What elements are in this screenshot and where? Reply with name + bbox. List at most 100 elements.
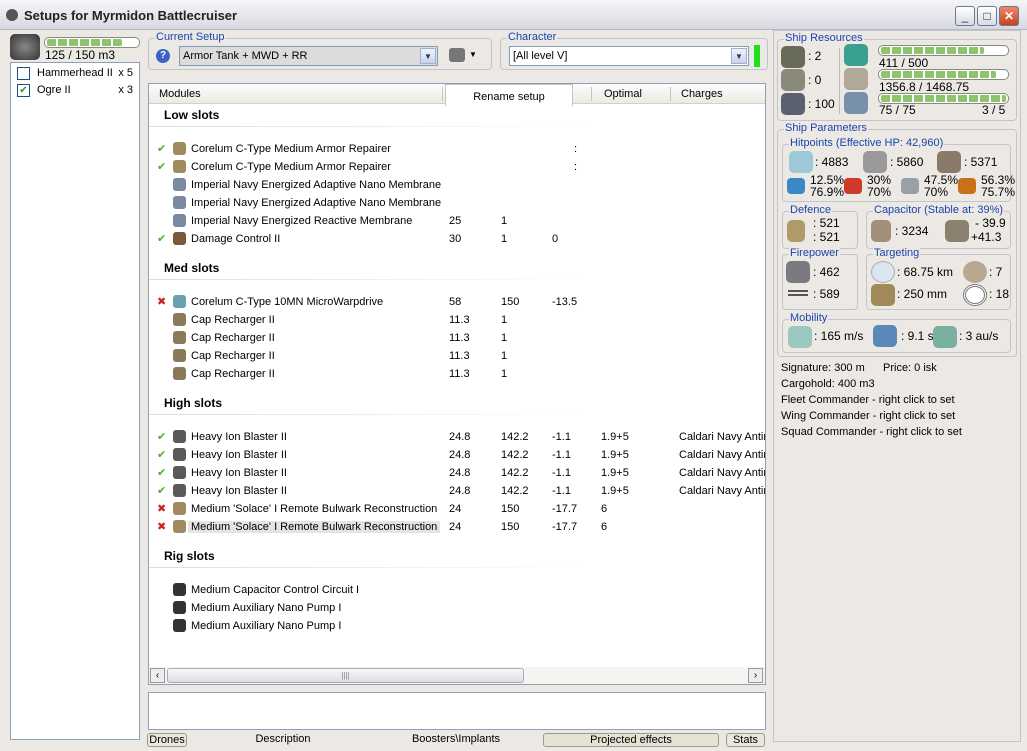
module-stat: 0 <box>552 233 559 245</box>
module-name: Cap Recharger II <box>191 332 275 344</box>
module-name: Damage Control II <box>191 233 281 245</box>
module-row[interactable]: ✔ Corelum C-Type Medium Armor Repairer: <box>149 158 765 176</box>
module-row[interactable]: ✖ Corelum C-Type 10MN MicroWarpdrive 58 150… <box>149 293 765 311</box>
module-stat: 24 <box>449 503 462 515</box>
capacitor-regen: +41.3 <box>971 230 1002 244</box>
tab-drones[interactable]: Drones <box>147 733 187 747</box>
wing-commander[interactable]: Wing Commander - right click to set <box>781 410 955 422</box>
scroll-left-button[interactable]: ‹ <box>150 668 165 683</box>
module-stat: -1.1 <box>552 431 571 443</box>
menu-arrow-icon[interactable]: ▼ <box>469 50 477 59</box>
maximize-button[interactable]: □ <box>977 6 997 26</box>
module-row[interactable]: Cap Recharger II 11.3 1 <box>149 347 765 365</box>
fleet-commander[interactable]: Fleet Commander - right click to set <box>781 394 955 406</box>
close-button[interactable]: ✕ <box>999 6 1019 26</box>
online-check-icon[interactable]: ✔ <box>157 430 166 443</box>
module-name: Corelum C-Type Medium Armor Repairer <box>191 161 391 173</box>
module-stat: 11.3 <box>449 314 470 326</box>
module-stat: -1.1 <box>552 467 571 479</box>
module-row[interactable]: ✖ Medium 'Solace' I Remote Bulwark Recons… <box>149 518 765 536</box>
volley-icon <box>788 290 808 296</box>
module-row[interactable]: Medium Capacitor Control Circuit I <box>149 581 765 599</box>
cpu-icon <box>844 44 868 66</box>
module-row[interactable]: Imperial Navy Energized Reactive Membran… <box>149 212 765 230</box>
online-check-icon[interactable]: ✔ <box>157 484 166 497</box>
volley-value: : 589 <box>813 287 840 301</box>
module-row[interactable]: Medium Auxiliary Nano Pump I <box>149 617 765 635</box>
module-row[interactable]: ✔ Corelum C-Type Medium Armor Repairer: <box>149 140 765 158</box>
module-row[interactable]: ✔ Damage Control II 30 1 0 <box>149 230 765 248</box>
drone-bay-bar <box>44 37 140 48</box>
chevron-down-icon[interactable]: ▼ <box>731 48 747 64</box>
drone-checkbox[interactable] <box>17 67 30 80</box>
module-row[interactable]: Medium Auxiliary Nano Pump I <box>149 599 765 617</box>
tab-projected-effects[interactable]: Projected effects <box>543 733 719 747</box>
help-icon[interactable]: ? <box>156 49 170 63</box>
drone-checkbox[interactable]: ✔ <box>17 84 30 97</box>
module-row[interactable]: ✔ Heavy Ion Blaster II 24.8 142.2 -1.1 1.9+5 C… <box>149 482 765 500</box>
squad-commander[interactable]: Squad Commander - right click to set <box>781 426 962 438</box>
module-stat: 1 <box>501 332 508 344</box>
minimize-button[interactable]: _ <box>955 6 975 26</box>
online-check-icon[interactable]: ✔ <box>157 160 166 173</box>
online-check-icon[interactable]: ✔ <box>157 466 166 479</box>
membrane-icon <box>173 214 186 227</box>
description-box[interactable] <box>148 692 766 730</box>
drone-item[interactable]: Hammerhead II x 5 <box>11 65 139 82</box>
dps-value: : 462 <box>813 265 840 279</box>
module-stat: 11.3 <box>449 350 470 362</box>
defence-label: Defence <box>789 204 832 216</box>
thermal-resist-armor: 70% <box>867 185 892 199</box>
setup-dropdown[interactable]: Armor Tank + MWD + RR ▼ <box>179 46 438 66</box>
module-name: Heavy Ion Blaster II <box>191 431 287 443</box>
character-dropdown[interactable]: [All level V] ▼ <box>509 46 749 66</box>
module-row[interactable]: ✔ Heavy Ion Blaster II 24.8 142.2 -1.1 1.9+5 C… <box>149 428 765 446</box>
scroll-right-button[interactable]: › <box>748 668 763 683</box>
blaster-icon <box>173 466 186 479</box>
scroll-thumb[interactable]: |||| <box>167 668 524 683</box>
module-row[interactable]: Imperial Navy Energized Adaptive Nano Me… <box>149 194 765 212</box>
module-stat: 1 <box>501 350 508 362</box>
modules-list[interactable]: Modules Optimal Charges Rename setup Low… <box>148 83 766 685</box>
module-name: Medium Auxiliary Nano Pump I <box>191 602 342 614</box>
column-modules[interactable]: Modules <box>159 88 201 100</box>
module-row[interactable]: Cap Recharger II 11.3 1 <box>149 311 765 329</box>
kinetic-resist-armor: 70% <box>924 185 949 199</box>
online-check-icon[interactable]: ✔ <box>157 232 166 245</box>
horizontal-scrollbar[interactable]: ‹ |||| › <box>149 667 765 684</box>
membrane-icon <box>173 178 186 191</box>
section-heading-low-slots: Low slots <box>164 108 220 122</box>
drone-item[interactable]: ✔ Ogre II x 3 <box>11 82 139 99</box>
module-row[interactable]: Imperial Navy Energized Adaptive Nano Me… <box>149 176 765 194</box>
ship-menu-icon[interactable] <box>449 48 465 62</box>
module-name: Corelum C-Type Medium Armor Repairer <box>191 143 391 155</box>
online-check-icon[interactable]: ✔ <box>157 142 166 155</box>
tab-boosters-implants[interactable]: Boosters\Implants <box>400 733 512 747</box>
column-optimal[interactable]: Optimal <box>604 88 642 100</box>
tab-description[interactable]: Description <box>240 733 326 747</box>
cap-recharger-icon <box>173 349 186 362</box>
launcher-hardpoint-icon <box>781 69 805 91</box>
module-row[interactable]: ✖ Medium 'Solace' I Remote Bulwark Recons… <box>149 500 765 518</box>
offline-x-icon[interactable]: ✖ <box>157 520 166 533</box>
module-stat: 24.8 <box>449 485 471 497</box>
module-stat: Caldari Navy Antin <box>679 431 766 443</box>
module-name: Cap Recharger II <box>191 368 275 380</box>
column-charges[interactable]: Charges <box>681 88 723 100</box>
module-stat: 24.8 <box>449 449 471 461</box>
module-stat: 150 <box>501 296 520 308</box>
rename-setup-tab[interactable]: Rename setup <box>445 84 573 106</box>
module-stat: 11.3 <box>449 368 470 380</box>
drone-quantity: x 5 <box>118 67 133 79</box>
character-status-indicator <box>754 45 760 67</box>
offline-x-icon[interactable]: ✖ <box>157 502 166 515</box>
module-row[interactable]: ✔ Heavy Ion Blaster II 24.8 142.2 -1.1 1.9+5 C… <box>149 446 765 464</box>
chevron-down-icon[interactable]: ▼ <box>420 48 436 64</box>
online-check-icon[interactable]: ✔ <box>157 448 166 461</box>
offline-x-icon[interactable]: ✖ <box>157 295 166 308</box>
drone-bay-value: 125 / 150 m3 <box>45 48 116 62</box>
module-row[interactable]: Cap Recharger II 11.3 1 <box>149 329 765 347</box>
module-row[interactable]: ✔ Heavy Ion Blaster II 24.8 142.2 -1.1 1.9+5 C… <box>149 464 765 482</box>
module-row[interactable]: Cap Recharger II 11.3 1 <box>149 365 765 383</box>
tab-stats[interactable]: Stats <box>726 733 765 747</box>
